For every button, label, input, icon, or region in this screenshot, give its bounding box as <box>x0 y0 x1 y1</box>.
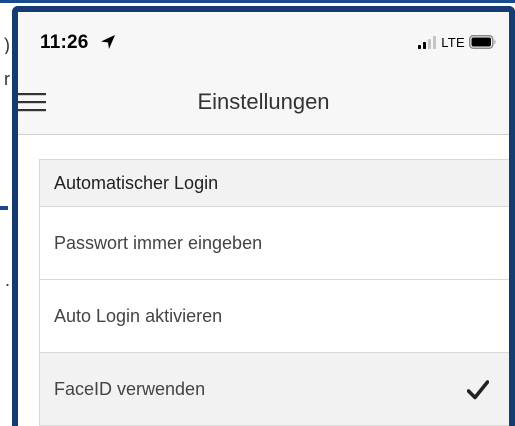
checkmark-icon <box>467 380 489 400</box>
background-accent-bar <box>0 206 8 210</box>
login-settings-list: Automatischer Login Passwort immer einge… <box>39 159 509 426</box>
location-arrow-icon <box>101 35 115 49</box>
status-indicators: LTE <box>417 34 497 50</box>
page: ) r . 11:26 LTE Einstellungen Automatisc… <box>0 0 515 426</box>
option-label: FaceID verwenden <box>54 378 206 399</box>
status-bar: 11:26 LTE <box>18 12 509 68</box>
background-text-fragment: . <box>4 271 10 289</box>
network-type: LTE <box>441 34 465 50</box>
settings-content: Automatischer Login Passwort immer einge… <box>18 135 509 426</box>
navigation-bar: Einstellungen <box>18 68 509 135</box>
phone-screen: 11:26 LTE Einstellungen Automatischer Lo… <box>18 12 509 426</box>
page-title: Einstellungen <box>197 89 330 114</box>
option-enable-auto-login[interactable]: Auto Login aktivieren <box>40 280 509 353</box>
battery-icon <box>469 35 496 49</box>
background-top-line <box>0 0 515 3</box>
phone-frame: 11:26 LTE Einstellungen Automatischer Lo… <box>12 6 515 426</box>
background-text-fragment: ) <box>4 36 10 54</box>
option-use-faceid[interactable]: FaceID verwenden <box>40 353 509 426</box>
section-header: Automatischer Login <box>40 160 509 207</box>
background-text-fragment: r <box>4 70 10 88</box>
status-time: 11:26 <box>40 32 89 53</box>
option-label: Passwort immer eingeben <box>54 232 263 253</box>
cellular-signal-icon <box>418 36 437 49</box>
option-label: Auto Login aktivieren <box>54 305 223 326</box>
option-always-enter-password[interactable]: Passwort immer eingeben <box>40 207 509 280</box>
